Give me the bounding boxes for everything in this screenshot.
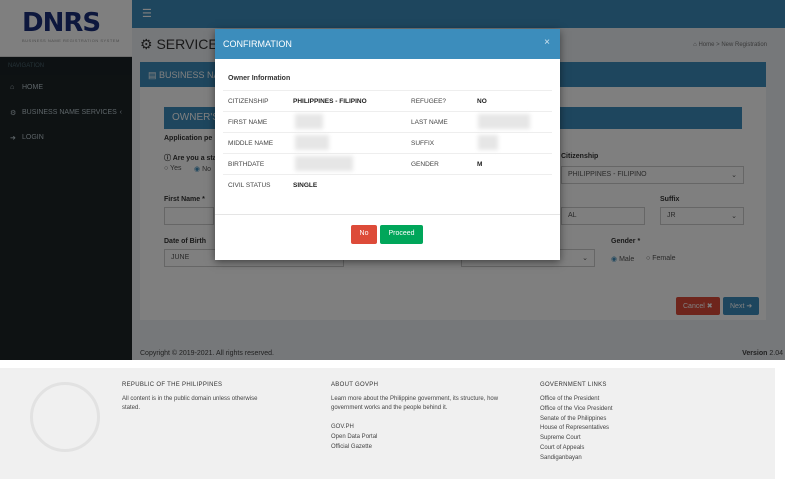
suffix-label: SUFFIX (411, 140, 435, 147)
middle-name-redacted (295, 135, 329, 150)
footer-col-government-links: GOVERNMENT LINKS Office of the President… (540, 382, 700, 464)
row-divider (223, 153, 552, 154)
birthdate-label: BIRTHDATE (228, 161, 265, 168)
civil-status-label: CIVIL STATUS (228, 182, 271, 189)
no-button[interactable]: No (351, 225, 377, 244)
first-name-label: FIRST NAME (228, 119, 268, 126)
birthdate-redacted (295, 156, 353, 171)
row-divider (223, 111, 552, 112)
close-icon[interactable]: × (544, 37, 550, 48)
refugee-label: REFUGEE? (411, 98, 447, 105)
footer-link[interactable]: Court of Appeals (540, 444, 700, 454)
first-name-redacted (295, 114, 323, 129)
footer-link[interactable]: Senate of the Philippines (540, 415, 700, 425)
middle-name-label: MIDDLE NAME (228, 140, 274, 147)
footer-heading: REPUBLIC OF THE PHILIPPINES (122, 382, 223, 388)
footer-heading: GOVERNMENT LINKS (540, 382, 607, 388)
footer-link[interactable]: Official Gazette (331, 443, 501, 453)
suffix-redacted (478, 135, 498, 150)
citizenship-value: PHILIPPINES - FILIPINO (293, 98, 367, 105)
owner-info-heading: Owner Information (228, 75, 291, 82)
footer-link[interactable]: Supreme Court (540, 434, 700, 444)
row-divider (223, 132, 552, 133)
civil-status-value: SINGLE (293, 182, 318, 189)
last-name-label: LAST NAME (411, 119, 448, 126)
footer-heading: ABOUT GOVPH (331, 382, 379, 388)
modal-title: CONFIRMATION (223, 39, 292, 49)
footer-link[interactable]: GOV.PH (331, 423, 501, 433)
footer-link[interactable]: House of Representatives (540, 424, 700, 434)
proceed-button[interactable]: Proceed (380, 225, 423, 244)
last-name-redacted (478, 114, 530, 129)
footer-link[interactable]: Open Data Portal (331, 433, 501, 443)
footer-link[interactable]: Office of the Vice President (540, 405, 700, 415)
footer-text: All content is in the public domain unle… (122, 396, 258, 411)
modal-header: CONFIRMATION × (215, 29, 560, 59)
refugee-value: NO (477, 98, 487, 105)
philippine-seal-icon (30, 382, 100, 452)
footer-col-republic: REPUBLIC OF THE PHILIPPINES All content … (122, 382, 272, 413)
modal-body: Owner Information CITIZENSHIP PHILIPPINE… (215, 59, 560, 215)
footer-link[interactable]: Office of the President (540, 395, 700, 405)
gender-label: GENDER (411, 161, 439, 168)
footer-link[interactable]: Sandiganbayan (540, 454, 700, 464)
footer-text: Learn more about the Philippine governme… (331, 396, 499, 411)
footer-col-about: ABOUT GOVPH Learn more about the Philipp… (331, 382, 501, 452)
row-divider (223, 174, 552, 175)
gender-value: M (477, 161, 483, 168)
citizenship-label: CITIZENSHIP (228, 98, 269, 105)
govph-footer: REPUBLIC OF THE PHILIPPINES All content … (0, 368, 775, 479)
row-divider (223, 90, 552, 91)
